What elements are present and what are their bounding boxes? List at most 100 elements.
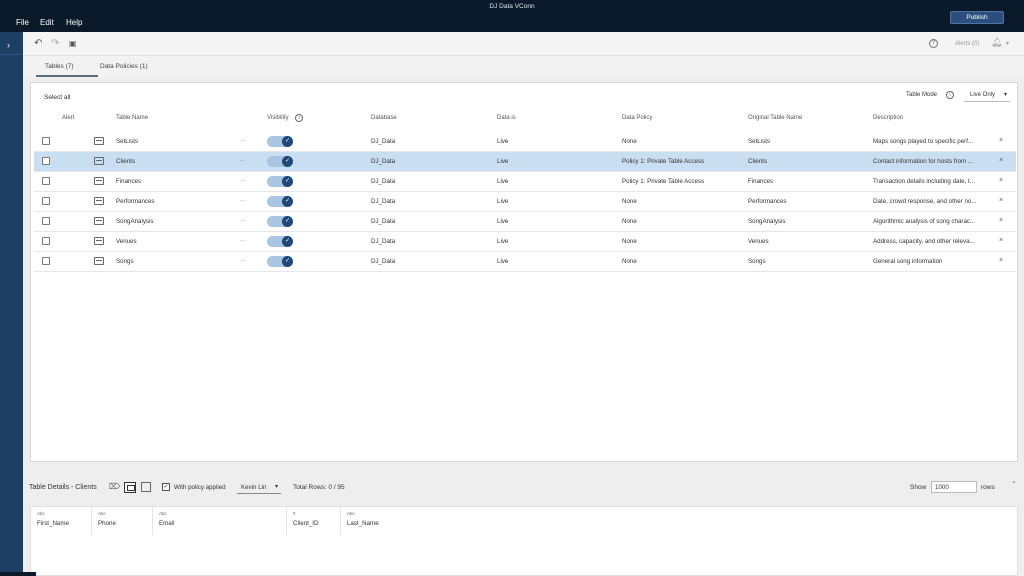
row-checkbox[interactable] <box>42 137 50 145</box>
visibility-info-icon[interactable]: i <box>295 114 303 122</box>
data-is-cell: Live <box>497 258 509 265</box>
data-policy-cell: None <box>622 218 637 225</box>
more-options-button[interactable]: ... <box>240 257 245 263</box>
help-icon[interactable]: ? <box>929 39 938 48</box>
column-header[interactable]: Abc Phone <box>92 507 153 535</box>
remove-table-icon[interactable]: × <box>999 217 1003 224</box>
row-checkbox[interactable] <box>42 177 50 185</box>
chevron-down-icon[interactable]: ▾ <box>1006 40 1009 47</box>
user-select-value: Kevin Lin <box>241 484 267 491</box>
more-options-button[interactable]: ... <box>240 137 245 143</box>
save-icon[interactable]: ▣ <box>69 39 77 48</box>
more-options-button[interactable]: ... <box>240 157 245 163</box>
with-policy-checkbox[interactable]: ✓ <box>162 483 170 491</box>
description-cell: Algorithmic analysis of song charac... <box>873 218 976 225</box>
visibility-toggle[interactable]: ✓ <box>267 176 293 187</box>
remove-table-icon[interactable]: × <box>999 157 1003 164</box>
description-cell: Address, capacity, and other releva... <box>873 238 975 245</box>
header-data-is[interactable]: Data is <box>497 115 516 121</box>
menu-bar: DJ Data VConn File Edit Help Publish <box>0 0 1024 32</box>
table-row[interactable]: SongAnalysis ... ✓ DJ_Data Live None Son… <box>34 212 1016 232</box>
table-name[interactable]: Clients <box>116 158 135 165</box>
header-data-policy[interactable]: Data Policy <box>622 115 652 121</box>
visibility-toggle[interactable]: ✓ <box>267 216 293 227</box>
window-title: DJ Data VConn <box>489 3 535 10</box>
row-checkbox[interactable] <box>42 257 50 265</box>
table-name[interactable]: SongAnalysis <box>116 218 154 225</box>
database-cell: DJ_Data <box>371 238 396 245</box>
menu-help[interactable]: Help <box>66 18 82 27</box>
header-visibility[interactable]: Visibility <box>267 115 289 121</box>
table-row[interactable]: Venues ... ✓ DJ_Data Live None Venues Ad… <box>34 232 1016 252</box>
header-table-name[interactable]: Table Name <box>116 115 148 121</box>
table-name[interactable]: Finances <box>116 178 141 185</box>
database-cell: DJ_Data <box>371 218 396 225</box>
table-name[interactable]: Performances <box>116 198 155 205</box>
column-header[interactable]: # Client_ID <box>287 507 341 535</box>
data-policy-cell: None <box>622 258 637 265</box>
visibility-toggle[interactable]: ✓ <box>267 156 293 167</box>
header-original-table-name[interactable]: Original Table Name <box>748 115 802 121</box>
menu-file[interactable]: File <box>16 18 29 27</box>
toolbar: ↶ ↷ ▣ ? Alerts (0) 🔔︎ ▾ <box>23 32 1024 56</box>
rows-label: rows <box>981 484 995 491</box>
bell-icon[interactable]: 🔔︎ <box>991 37 1002 48</box>
row-checkbox[interactable] <box>42 217 50 225</box>
more-options-button[interactable]: ... <box>240 197 245 203</box>
check-icon: ✓ <box>282 256 293 267</box>
table-row[interactable]: Performances ... ✓ DJ_Data Live None Per… <box>34 192 1016 212</box>
remove-table-icon[interactable]: × <box>999 177 1003 184</box>
row-checkbox[interactable] <box>42 237 50 245</box>
chevron-down-icon[interactable]: ⌄ <box>1011 477 1017 485</box>
visibility-toggle[interactable]: ✓ <box>267 256 293 267</box>
database-cell: DJ_Data <box>371 198 396 205</box>
table-row[interactable]: Finances ... ✓ DJ_Data Live Policy 1: Pr… <box>34 172 1016 192</box>
check-icon: ✓ <box>282 236 293 247</box>
more-options-button[interactable]: ... <box>240 237 245 243</box>
header-description[interactable]: Description <box>873 115 903 121</box>
more-options-button[interactable]: ... <box>240 217 245 223</box>
rows-count-input[interactable]: 1000 <box>931 481 977 493</box>
table-name[interactable]: SetLists <box>116 138 138 145</box>
publish-button[interactable]: Publish <box>950 11 1004 24</box>
column-header[interactable]: Abc Last_Name <box>341 507 402 535</box>
more-options-button[interactable]: ... <box>240 177 245 183</box>
header-alert: Alert <box>62 115 75 121</box>
visibility-toggle[interactable]: ✓ <box>267 136 293 147</box>
table-icon <box>94 217 104 225</box>
original-table-name-cell: Performances <box>748 198 787 205</box>
menu-edit[interactable]: Edit <box>40 18 54 27</box>
table-row[interactable]: Clients ... ✓ DJ_Data Live Policy 1: Pri… <box>34 152 1016 172</box>
remove-table-icon[interactable]: × <box>999 197 1003 204</box>
tab-tables[interactable]: Tables (7) <box>45 63 74 70</box>
undo-icon[interactable]: ↶ <box>34 38 42 49</box>
column-header[interactable]: Abc Email <box>153 507 287 535</box>
tag-icon[interactable]: ⌦ <box>109 482 120 491</box>
redo-icon[interactable]: ↷ <box>51 38 59 49</box>
row-checkbox[interactable] <box>42 157 50 165</box>
table-header: Alert Table Name Visibility i Database D… <box>31 83 1019 129</box>
table-name[interactable]: Venues <box>116 238 137 245</box>
string-type-icon: Abc <box>37 511 45 516</box>
row-checkbox[interactable] <box>42 197 50 205</box>
visibility-toggle[interactable]: ✓ <box>267 196 293 207</box>
grid-view-icon[interactable] <box>124 482 136 493</box>
visibility-toggle[interactable]: ✓ <box>267 236 293 247</box>
table-row[interactable]: Songs ... ✓ DJ_Data Live None Songs Gene… <box>34 252 1016 272</box>
remove-table-icon[interactable]: × <box>999 257 1003 264</box>
table-details-bar: Table Details - Clients ⌦ ✓ With policy … <box>23 476 1024 500</box>
alerts-button[interactable]: Alerts (0) <box>955 41 979 47</box>
column-header[interactable]: Abc First_Name <box>31 507 92 535</box>
table-row[interactable]: SetLists ... ✓ DJ_Data Live None SetList… <box>34 132 1016 152</box>
data-is-cell: Live <box>497 158 509 165</box>
remove-table-icon[interactable]: × <box>999 237 1003 244</box>
expand-sidebar-icon[interactable]: › <box>7 40 10 50</box>
original-table-name-cell: Venues <box>748 238 769 245</box>
tab-data-policies[interactable]: Data Policies (1) <box>100 63 148 70</box>
header-database[interactable]: Database <box>371 115 397 121</box>
user-select[interactable]: Kevin Lin ▾ <box>237 481 281 494</box>
remove-table-icon[interactable]: × <box>999 137 1003 144</box>
table-name[interactable]: Songs <box>116 258 134 265</box>
table-view-icon[interactable] <box>141 482 151 492</box>
data-is-cell: Live <box>497 138 509 145</box>
